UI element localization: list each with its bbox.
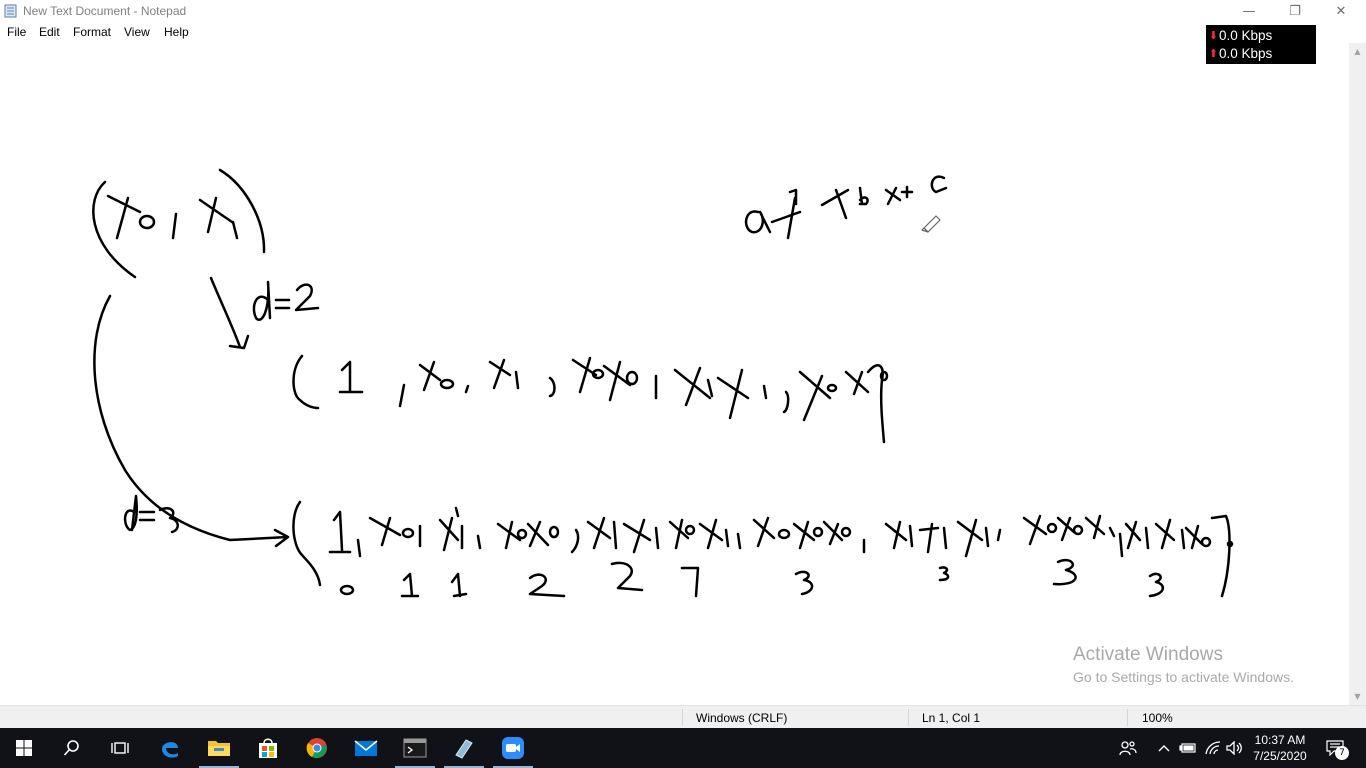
status-divider (682, 709, 683, 726)
zoom-status: 100% (1142, 711, 1173, 725)
taskbar: 10:37 AM 7/25/2020 7 (0, 728, 1366, 768)
terminal-icon[interactable] (391, 728, 439, 768)
search-icon[interactable] (48, 728, 96, 768)
system-clock[interactable]: 10:37 AM 7/25/2020 (1248, 732, 1312, 764)
volume-icon[interactable] (1224, 728, 1246, 768)
network-speed-meter: ⬇ 0.0 Kbps ⬆ 0.0 Kbps (1206, 25, 1316, 64)
microsoft-store-icon[interactable] (244, 728, 292, 768)
download-arrow-icon: ⬇ (1208, 29, 1219, 42)
status-divider (908, 709, 909, 726)
activation-watermark: Activate Windows Go to Settings to activ… (1073, 644, 1294, 685)
download-speed: 0.0 Kbps (1219, 27, 1273, 43)
activation-subtitle: Go to Settings to activate Windows. (1073, 669, 1294, 685)
scroll-up-icon[interactable]: ▲ (1349, 43, 1366, 60)
status-divider (1127, 709, 1128, 726)
upload-speed-row: ⬆ 0.0 Kbps (1208, 44, 1272, 62)
windows-start-icon[interactable] (0, 728, 48, 768)
zoom-icon[interactable] (489, 728, 537, 768)
download-speed-row: ⬇ 0.0 Kbps (1208, 26, 1272, 44)
battery-icon[interactable] (1178, 728, 1198, 768)
show-hidden-icons-icon[interactable] (1154, 728, 1174, 768)
people-icon[interactable] (1116, 728, 1140, 768)
wifi-icon[interactable] (1202, 728, 1224, 768)
notification-count-badge: 7 (1335, 746, 1349, 760)
status-bar: Windows (CRLF) Ln 1, Col 1 100% (0, 705, 1366, 729)
task-view-icon[interactable] (96, 728, 144, 768)
clock-date: 7/25/2020 (1253, 749, 1307, 763)
mail-icon[interactable] (342, 728, 390, 768)
pen-tablet-icon[interactable] (440, 728, 488, 768)
vertical-scrollbar[interactable]: ▲ ▼ (1349, 43, 1366, 705)
chrome-icon[interactable] (293, 728, 341, 768)
upload-arrow-icon: ⬆ (1208, 47, 1219, 60)
activation-title: Activate Windows (1073, 644, 1223, 665)
cursor-position-status: Ln 1, Col 1 (922, 711, 981, 725)
clock-time: 10:37 AM (1254, 733, 1306, 747)
file-explorer-icon[interactable] (195, 728, 243, 768)
edge-icon[interactable] (146, 728, 194, 768)
scroll-down-icon[interactable]: ▼ (1349, 688, 1366, 705)
upload-speed: 0.0 Kbps (1219, 45, 1273, 61)
line-ending-status: Windows (CRLF) (696, 711, 788, 725)
